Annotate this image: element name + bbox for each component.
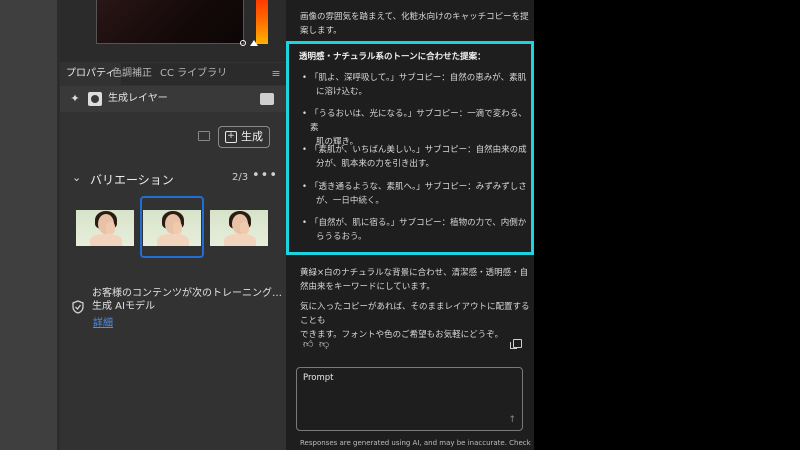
more-options-icon[interactable]: ••• [252,168,278,183]
proposal-line: 「肌よ、深呼吸して。」サブコピー：自然の恵みが、素肌 [310,73,527,83]
properties-panel: プロパティ 色調補正 CC ライブラリ ≡ ✦ 生成レイヤー + 生成 ⌄ バリ… [60,0,286,450]
chat-panel: 画像の雰囲気を踏まえて、化粧水向けのキャッチコピーを提 案します。 透明感・ナチ… [286,0,534,450]
thumb-hand [240,222,249,234]
generate-icon: + [225,131,237,143]
variation-thumbnail-3[interactable] [210,210,268,246]
proposal-line: が、一日中続く。 [316,196,384,206]
details-link[interactable]: 詳細 [93,314,113,329]
background [534,0,800,450]
hue-slider-marker[interactable] [250,40,258,46]
proposal-line: 分が、肌本来の力を引き出す。 [316,159,434,169]
image-reference-icon[interactable] [198,131,210,141]
color-picker-area [60,0,286,62]
proposal-line: 「素肌が、いちばん美しい。」サブコピー：自然由来の成 [310,145,527,155]
generative-wand-icon: ✦ [70,92,80,105]
chevron-down-icon[interactable]: ⌄ [72,171,81,184]
chat-note-2-line1: 気に入ったコピーがあれば、そのままレイアウトに配置することも [300,302,530,326]
selected-thumbnail-outline [140,196,204,258]
variation-thumbnail-1[interactable] [76,210,134,246]
chat-note-1: 黄緑×白のナチュラルな背景に合わせ、清潔感・透明感・自 然由来をキーワードにして… [300,266,528,294]
generate-button[interactable]: + 生成 [218,126,270,148]
proposal-line: に溶け込む。 [316,87,368,97]
thumbs-up-icon[interactable]: 👍︎ [303,338,313,350]
variations-count: 2/3 [232,172,249,183]
proposal-item-5: • 「自然が、肌に宿る。」サブコピー：植物の力で、内側か らうるおう。 [302,216,532,244]
proposal-line: 「自然が、肌に宿る。」サブコピー：植物の力で、内側か [310,218,527,228]
hamburger-icon[interactable]: ≡ [270,65,282,83]
chat-note-1-line1: 黄緑×白のナチュラルな背景に合わせ、清潔感・透明感・自 [300,268,529,278]
proposal-line: らうるおう。 [316,232,367,242]
ai-disclaimer: Responses are generated using AI, and ma… [300,439,531,447]
hue-slider[interactable] [256,0,268,44]
send-icon[interactable]: ↑ [508,415,516,425]
canvas-area [0,0,57,450]
tab-bar: プロパティ 色調補正 CC ライブラリ ≡ [60,63,286,85]
chat-intro-line2: 案します。 [300,26,342,36]
training-notice-line2: 生成 AIモデル [92,301,155,312]
thumb-hand [106,222,115,234]
chat-note-1-line2: 然由来をキーワードにしています。 [300,282,435,292]
proposal-item-3: • 「素肌が、いちばん美しい。」サブコピー：自然由来の成 分が、肌本来の力を引き… [302,143,532,171]
variations-header: ⌄ バリエーション 2/3 ••• [60,168,286,190]
chat-note-2-line2: できます。フォントや色のご希望もお気軽にどうぞ。 [300,330,504,340]
chat-note-2: 気に入ったコピーがあれば、そのままレイアウトに配置することも できます。フォント… [300,300,534,342]
tab-cc-libraries[interactable]: CC ライブラリ [154,63,233,85]
color-field[interactable] [96,0,244,44]
layer-label: 生成レイヤー [108,93,168,104]
proposal-item-4: • 「透き通るような、素肌へ。」サブコピー：みずみずしさ が、一日中続く。 [302,180,532,208]
prompt-placeholder: Prompt [303,373,334,383]
proposal-line: 「透き通るような、素肌へ。」サブコピー：みずみずしさ [310,182,527,192]
color-field-marker[interactable] [240,40,246,46]
layer-mask-icon [88,92,102,106]
prompt-input[interactable]: Prompt ↑ [296,367,523,431]
proposal-item-1: • 「肌よ、深呼吸して。」サブコピー：自然の恵みが、素肌 に溶け込む。 [302,71,532,99]
thumbs-down-icon[interactable]: 👎︎ [319,338,329,350]
chat-intro: 画像の雰囲気を踏まえて、化粧水向けのキャッチコピーを提 案します。 [300,10,529,38]
layer-badge-icon [260,93,274,105]
proposal-line: 「うるおいは、光になる。」サブコピー：一滴で変わる、素 [310,109,527,133]
variations-title: バリエーション [90,173,174,187]
shield-icon [72,300,84,314]
tab-adjustments[interactable]: 色調補正 [106,63,158,85]
thumb-figure [224,234,256,246]
training-notice-line1: お客様のコンテンツが次のトレーニング… [92,288,282,299]
training-notice: お客様のコンテンツが次のトレーニング… 生成 AIモデル [92,287,282,313]
thumb-figure [90,234,122,246]
layer-row: ✦ 生成レイヤー [60,86,286,112]
proposal-title: 透明感・ナチュラル系のトーンに合わせた提案： [299,52,486,62]
generate-button-label: 生成 [241,130,263,143]
chat-intro-line1: 画像の雰囲気を踏まえて、化粧水向けのキャッチコピーを提 [300,12,529,22]
copy-icon[interactable] [510,339,522,349]
